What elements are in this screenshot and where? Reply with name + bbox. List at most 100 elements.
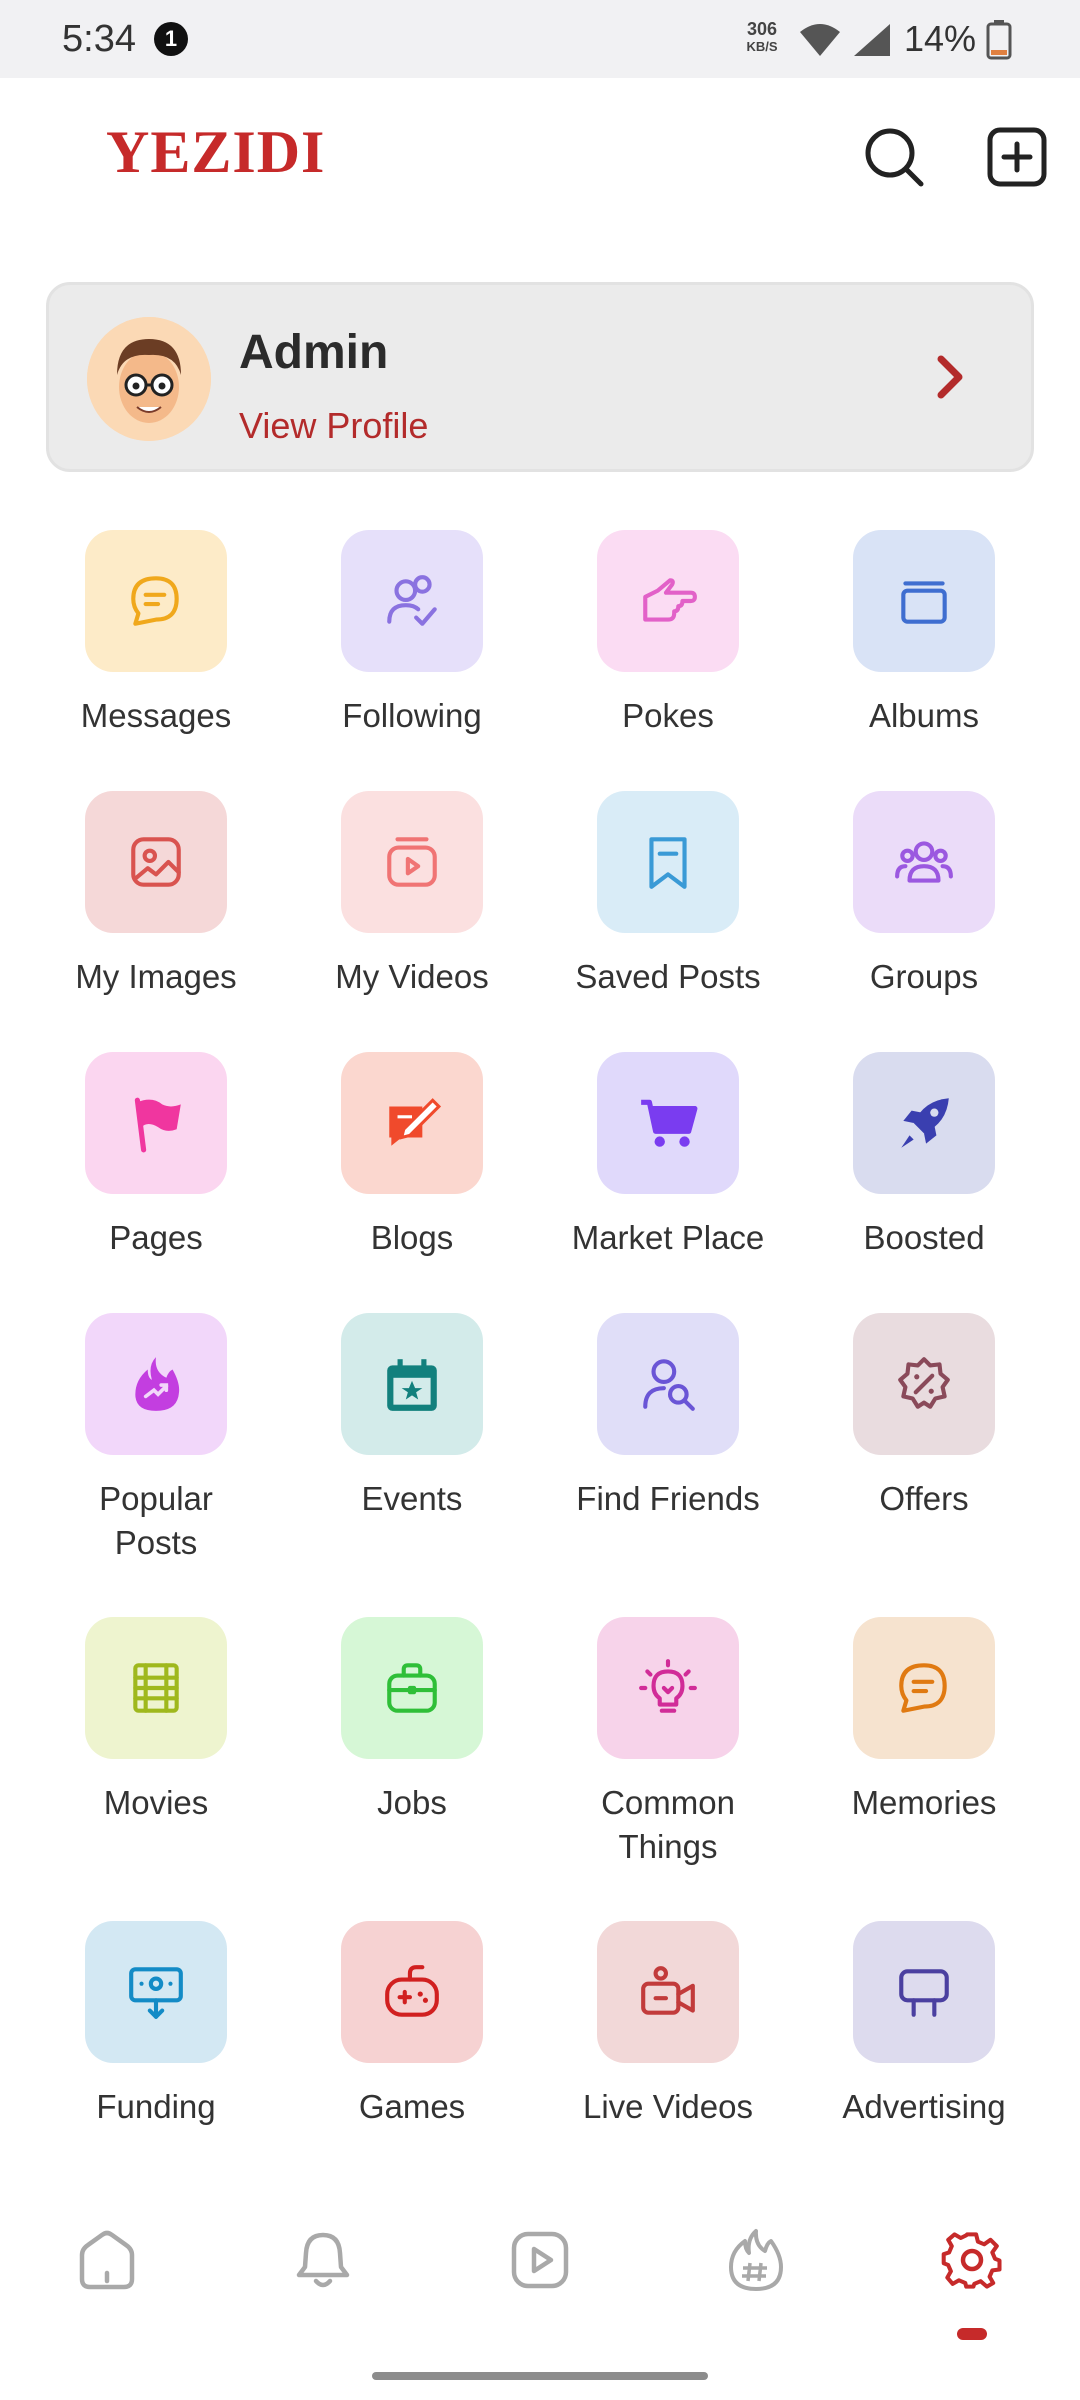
film-icon	[133, 1663, 179, 1713]
settings-gear-icon	[941, 2232, 1002, 2289]
menu-item-icon-box	[85, 1617, 227, 1759]
menu-item-groups[interactable]: Groups	[796, 791, 1052, 999]
menu-item-icon-box	[341, 1617, 483, 1759]
menu-item-label: Boosted	[863, 1219, 985, 1256]
menu-item-label: Movies	[103, 1784, 209, 1821]
nav-notifications[interactable]	[283, 2220, 363, 2300]
user-check-icon	[387, 575, 437, 626]
menu-item-icon-box	[341, 1921, 483, 2063]
menu-item-boosted[interactable]: Boosted	[796, 1052, 1052, 1260]
play-icon	[511, 2231, 569, 2289]
find-user-icon	[643, 1359, 695, 1411]
menu-item-albums[interactable]: Albums	[796, 530, 1052, 738]
menu-item-label: Offers	[879, 1480, 969, 1517]
menu-item-offers[interactable]: Offers	[796, 1313, 1052, 1521]
menu-item-jobs[interactable]: Jobs	[284, 1617, 540, 1825]
bookmark-icon	[649, 837, 687, 889]
menu-item-popular-posts[interactable]: Popular Posts	[28, 1313, 284, 1565]
nav-videos[interactable]	[500, 2220, 580, 2300]
fire-icon	[135, 1357, 180, 1411]
menu-item-memories[interactable]: Memories	[796, 1617, 1052, 1825]
menu-item-market-place[interactable]: Market Place	[540, 1052, 796, 1260]
battery-percent: 14%	[904, 18, 977, 59]
menu-item-icon-box	[853, 1052, 995, 1194]
nav-settings[interactable]	[932, 2220, 1012, 2300]
billboard-icon	[899, 1969, 949, 2017]
funding-icon	[129, 1967, 183, 2019]
gamepad-icon	[385, 1965, 439, 2017]
menu-item-icon-box	[85, 530, 227, 672]
menu-item-icon-box	[341, 1313, 483, 1455]
discount-icon	[898, 1357, 950, 1409]
home-icon	[79, 2230, 135, 2290]
network-speed: 306 KB/S	[738, 20, 786, 56]
menu-item-find-friends[interactable]: Find Friends	[540, 1313, 796, 1521]
menu-item-icon-box	[85, 1313, 227, 1455]
image-icon	[131, 837, 181, 887]
menu-item-pages[interactable]: Pages	[28, 1052, 284, 1260]
menu-item-icon-box	[597, 791, 739, 933]
menu-item-label: Albums	[868, 697, 980, 734]
menu-item-label: Common Things	[601, 1784, 735, 1865]
notification-count-badge: 1	[154, 22, 188, 56]
search-button[interactable]	[861, 124, 927, 190]
menu-item-label: Popular Posts	[99, 1480, 213, 1561]
video-icon	[387, 837, 437, 887]
menu-item-live-videos[interactable]: Live Videos	[540, 1921, 796, 2129]
create-post-button[interactable]	[984, 124, 1050, 190]
live-camera-icon	[641, 1966, 695, 2015]
nav-trending[interactable]	[716, 2220, 796, 2300]
active-tab-indicator	[957, 2328, 987, 2340]
cart-icon	[641, 1099, 698, 1147]
menu-item-icon-box	[597, 1921, 739, 2063]
menu-item-pokes[interactable]: Pokes	[540, 530, 796, 738]
menu-item-label: My Videos	[335, 958, 489, 995]
menu-item-my-images[interactable]: My Images	[28, 791, 284, 999]
menu-item-label: Advertising	[842, 2088, 1006, 2125]
menu-item-label: Events	[361, 1480, 463, 1517]
menu-item-events[interactable]: Events	[284, 1313, 540, 1521]
album-icon	[901, 581, 947, 624]
rocket-icon	[901, 1098, 949, 1148]
menu-item-icon-box	[341, 791, 483, 933]
menu-item-label: Memories	[851, 1784, 997, 1821]
menu-item-following[interactable]: Following	[284, 530, 540, 738]
avatar-face-image	[87, 317, 211, 441]
brand-logo: YEZIDI	[106, 119, 326, 185]
menu-item-games[interactable]: Games	[284, 1921, 540, 2129]
menu-item-label: Pages	[109, 1219, 203, 1256]
briefcase-icon	[387, 1663, 437, 1713]
menu-item-advertising[interactable]: Advertising	[796, 1921, 1052, 2129]
signal-icon	[854, 24, 890, 56]
view-profile-link[interactable]: View Profile	[239, 405, 428, 447]
menu-item-messages[interactable]: Messages	[28, 530, 284, 738]
menu-item-icon-box	[853, 1921, 995, 2063]
menu-item-saved-posts[interactable]: Saved Posts	[540, 791, 796, 999]
menu-item-icon-box	[597, 530, 739, 672]
menu-item-label: Games	[358, 2088, 466, 2125]
avatar	[87, 317, 211, 441]
wifi-icon	[800, 24, 840, 56]
menu-item-label: My Images	[75, 958, 237, 995]
hand-point-icon	[643, 578, 697, 622]
menu-item-icon-box	[597, 1052, 739, 1194]
gesture-home-bar[interactable]	[372, 2372, 708, 2380]
menu-item-label: Groups	[869, 958, 979, 995]
profile-card[interactable]: Admin View Profile	[46, 282, 1034, 472]
battery-icon	[986, 20, 1012, 60]
menu-item-funding[interactable]: Funding	[28, 1921, 284, 2129]
nav-home[interactable]	[67, 2220, 147, 2300]
menu-item-common-things[interactable]: Common Things	[540, 1617, 796, 1869]
menu-item-blogs[interactable]: Blogs	[284, 1052, 540, 1260]
bulb-icon	[639, 1659, 697, 1713]
menu-item-my-videos[interactable]: My Videos	[284, 791, 540, 999]
network-speed-unit: KB/S	[746, 39, 778, 54]
menu-item-icon-box	[853, 530, 995, 672]
menu-item-label: Blogs	[370, 1219, 454, 1256]
menu-item-icon-box	[597, 1617, 739, 1759]
menu-item-icon-box	[85, 1921, 227, 2063]
menu-item-label: Pokes	[622, 697, 714, 734]
chevron-right-icon[interactable]	[921, 347, 981, 407]
menu-item-icon-box	[341, 1052, 483, 1194]
menu-item-movies[interactable]: Movies	[28, 1617, 284, 1825]
